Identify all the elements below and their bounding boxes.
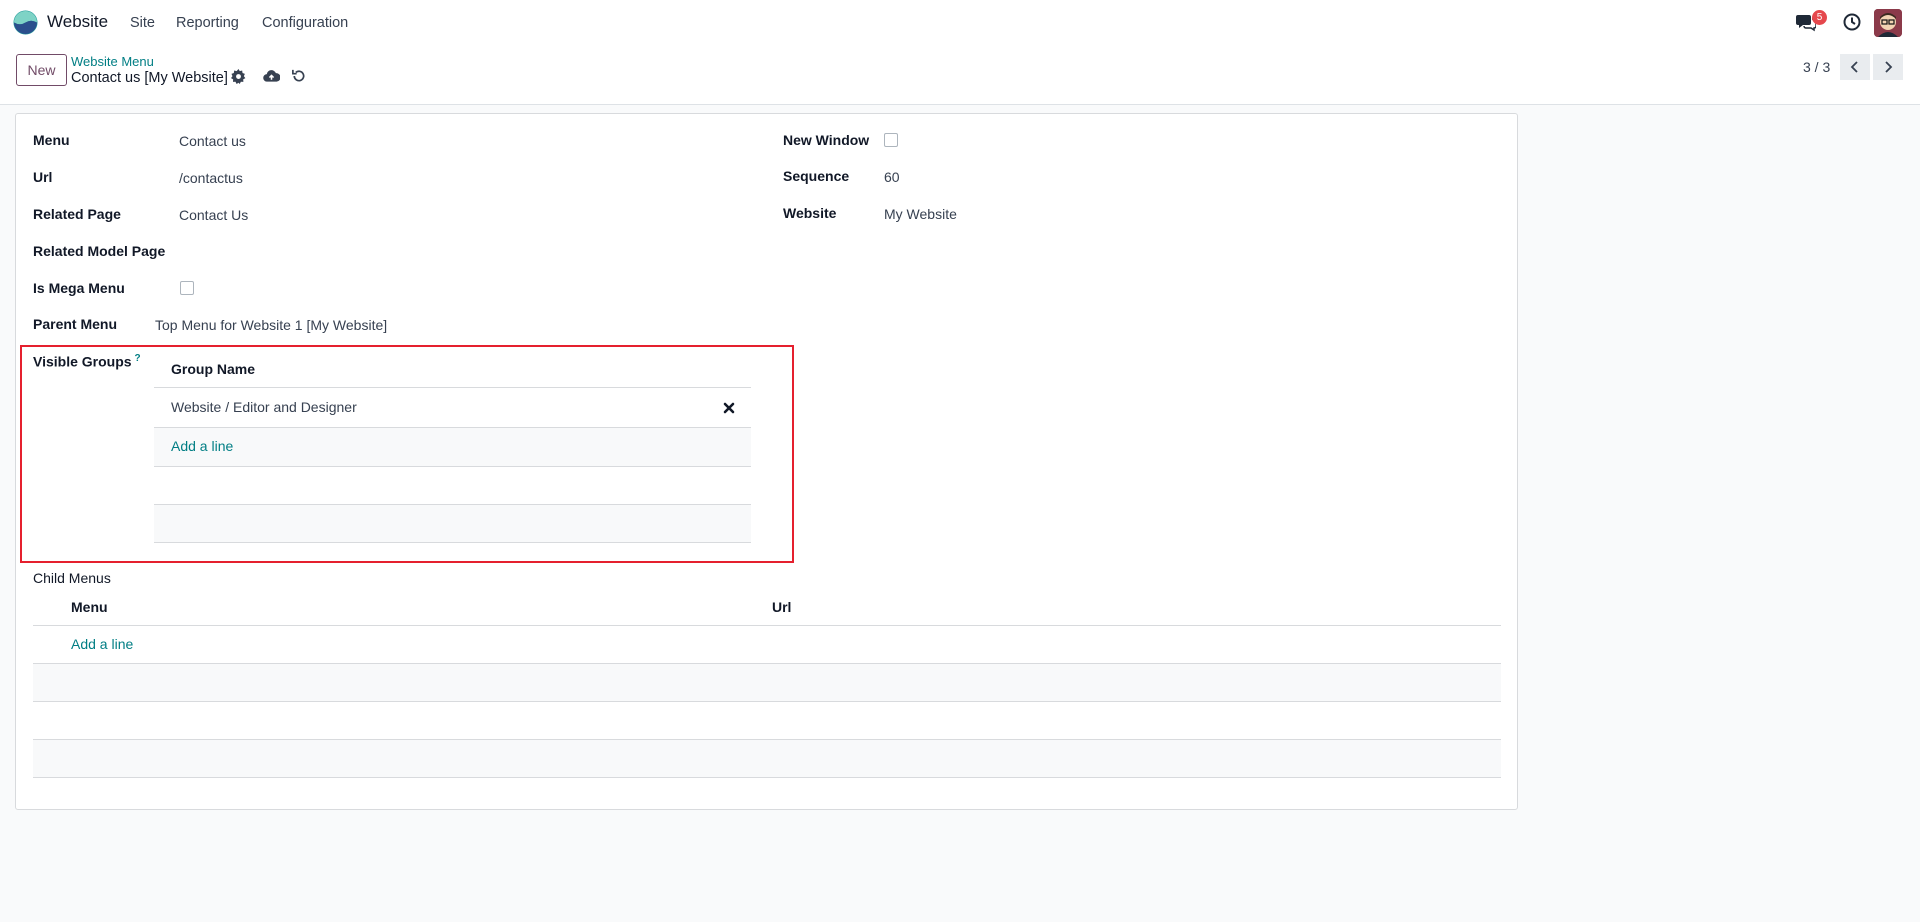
sequence-field[interactable]: 60 bbox=[884, 169, 900, 185]
menu-field[interactable]: Contact us bbox=[179, 133, 246, 149]
website-field[interactable]: My Website bbox=[884, 206, 957, 222]
pager-value[interactable]: 3 / 3 bbox=[1803, 59, 1830, 75]
child-menu-column-header[interactable]: Menu bbox=[71, 599, 108, 615]
divider bbox=[154, 542, 751, 543]
cloud-upload-icon[interactable] bbox=[263, 69, 280, 83]
pager-next-button[interactable] bbox=[1873, 54, 1903, 80]
clock-icon[interactable] bbox=[1843, 13, 1861, 31]
divider bbox=[33, 777, 1501, 778]
new-window-checkbox[interactable] bbox=[884, 133, 898, 147]
url-label: Url bbox=[33, 169, 53, 185]
empty-row bbox=[154, 505, 751, 542]
chevron-left-icon bbox=[1850, 61, 1858, 73]
delete-row-icon[interactable] bbox=[723, 402, 735, 414]
add-line-row bbox=[154, 428, 751, 466]
avatar[interactable] bbox=[1874, 9, 1902, 37]
nav-menu-reporting[interactable]: Reporting bbox=[176, 15, 239, 31]
breadcrumb-parent[interactable]: Website Menu bbox=[71, 54, 154, 69]
related-page-label: Related Page bbox=[33, 206, 121, 222]
related-page-field[interactable]: Contact Us bbox=[179, 207, 248, 223]
add-group-line-link[interactable]: Add a line bbox=[171, 438, 233, 454]
divider bbox=[33, 701, 1501, 702]
empty-row bbox=[33, 740, 1501, 777]
discard-icon[interactable] bbox=[291, 68, 306, 84]
gear-icon[interactable] bbox=[231, 69, 246, 84]
empty-row bbox=[33, 664, 1501, 701]
new-window-label: New Window bbox=[783, 132, 870, 148]
pager-previous-button[interactable] bbox=[1840, 54, 1870, 80]
breadcrumb-current: Contact us [My Website] bbox=[71, 70, 228, 86]
menu-label: Menu bbox=[33, 132, 70, 148]
visible-groups-label: Visible Groups? bbox=[33, 353, 141, 370]
chat-badge: 5 bbox=[1812, 10, 1827, 25]
help-tooltip-icon[interactable]: ? bbox=[135, 353, 141, 364]
app-logo-icon[interactable] bbox=[13, 10, 38, 35]
add-child-menu-line-link[interactable]: Add a line bbox=[71, 636, 133, 652]
group-name-column-header[interactable]: Group Name bbox=[171, 361, 255, 377]
new-button[interactable]: New bbox=[16, 54, 67, 86]
group-row-name[interactable]: Website / Editor and Designer bbox=[171, 399, 357, 415]
divider bbox=[154, 466, 751, 467]
related-model-page-label: Related Model Page bbox=[33, 243, 166, 259]
is-mega-menu-checkbox[interactable] bbox=[180, 281, 194, 295]
child-menus-label: Child Menus bbox=[33, 570, 111, 586]
nav-menu-site[interactable]: Site bbox=[130, 15, 155, 31]
divider bbox=[33, 625, 1501, 626]
url-field[interactable]: /contactus bbox=[179, 170, 243, 186]
control-panel: New Website Menu Contact us [My Website]… bbox=[0, 46, 1920, 105]
parent-menu-label: Parent Menu bbox=[33, 316, 118, 332]
nav-menu-configuration[interactable]: Configuration bbox=[262, 15, 348, 31]
website-label: Website bbox=[783, 205, 837, 221]
is-mega-menu-label: Is Mega Menu bbox=[33, 280, 125, 296]
child-url-column-header[interactable]: Url bbox=[772, 599, 791, 615]
sequence-label: Sequence bbox=[783, 168, 850, 184]
parent-menu-field[interactable]: Top Menu for Website 1 [My Website] bbox=[155, 317, 387, 333]
chevron-right-icon bbox=[1885, 61, 1893, 73]
app-name[interactable]: Website bbox=[47, 12, 108, 32]
top-navbar: Website Site Reporting Configuration 5 bbox=[0, 0, 1920, 46]
